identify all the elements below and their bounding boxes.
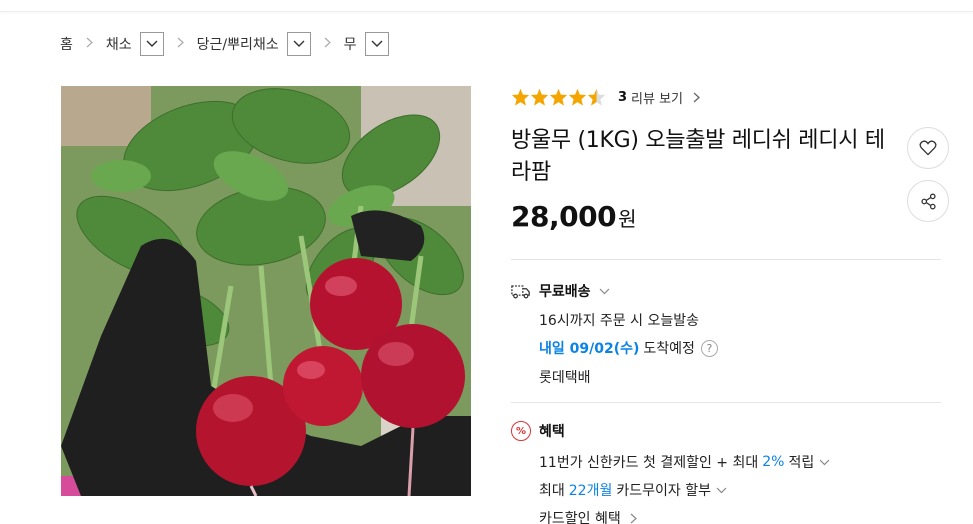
breadcrumb-level1-label[interactable]: 채소 xyxy=(106,34,132,54)
card-discount-rate: 2% xyxy=(762,454,785,470)
share-icon xyxy=(920,193,936,209)
card-discount-prefix: 11번가 신한카드 첫 결제할인 + 최대 xyxy=(539,455,759,471)
delivery-carrier: 롯데택배 xyxy=(539,370,591,386)
card-discount-suffix: 적립 xyxy=(788,455,815,471)
breadcrumb-level2: 당근/뿌리채소 xyxy=(197,32,311,56)
review-link[interactable]: 리뷰 보기 xyxy=(631,88,683,107)
chevron-right-icon xyxy=(86,37,93,52)
installment-suffix: 카드무이자 할부 xyxy=(616,483,711,499)
installment-prefix: 최대 xyxy=(539,483,565,499)
chevron-down-icon xyxy=(146,40,158,47)
chevron-down-icon xyxy=(371,40,383,47)
star-icon xyxy=(549,88,568,106)
percent-badge: % xyxy=(511,421,531,441)
chevron-right-icon[interactable] xyxy=(630,513,637,524)
breadcrumb-level2-dropdown[interactable] xyxy=(286,32,311,56)
star-icon xyxy=(568,88,587,106)
breadcrumb-level1-dropdown[interactable] xyxy=(139,32,164,56)
product-price: 28,000 원 xyxy=(511,200,636,233)
delivery-heading[interactable]: 무료배송 xyxy=(511,281,610,301)
product-title: 방울무 (1KG) 오늘출발 레디쉬 레디시 테라팜 xyxy=(511,128,885,185)
delivery-heading-label: 무료배송 xyxy=(539,284,591,300)
star-half-icon xyxy=(587,88,606,106)
chevron-down-icon xyxy=(293,40,305,47)
benefit-card-sale[interactable]: 카드할인 혜택 xyxy=(539,508,637,524)
product-image[interactable] xyxy=(61,86,471,496)
price-unit: 원 xyxy=(618,207,636,231)
chevron-down-icon[interactable] xyxy=(599,288,610,295)
chevron-down-icon[interactable] xyxy=(716,487,727,494)
chevron-right-icon xyxy=(324,37,331,52)
benefit-card-discount[interactable]: 11번가 신한카드 첫 결제할인 + 최대 2% 적립 xyxy=(539,452,830,472)
top-bar xyxy=(0,0,973,12)
price-value: 28,000 xyxy=(511,200,617,233)
breadcrumb-level3-dropdown[interactable] xyxy=(364,32,389,56)
star-icon xyxy=(511,88,530,106)
chevron-right-icon xyxy=(177,37,184,52)
help-icon[interactable]: ? xyxy=(700,339,718,357)
breadcrumb-level2-label[interactable]: 당근/뿌리채소 xyxy=(197,34,279,54)
rating-row[interactable]: 3 리뷰 보기 xyxy=(511,86,701,108)
breadcrumb-level3-label[interactable]: 무 xyxy=(344,34,357,54)
percent-icon: % xyxy=(511,421,531,441)
benefit-installment[interactable]: 최대 22개월 카드무이자 할부 xyxy=(539,480,727,500)
breadcrumb: 홈 채소 당근/뿌리채소 무 xyxy=(60,31,389,57)
breadcrumb-level1: 채소 xyxy=(106,32,164,56)
share-button[interactable] xyxy=(907,180,949,222)
divider xyxy=(511,259,941,260)
heart-icon xyxy=(919,140,937,156)
chevron-right-icon[interactable] xyxy=(693,88,701,107)
divider xyxy=(511,402,941,403)
wishlist-button[interactable] xyxy=(907,127,949,169)
chevron-down-icon[interactable] xyxy=(819,459,830,466)
arrival-suffix: 도착예정 xyxy=(643,341,695,357)
rating-stars xyxy=(511,88,606,106)
delivery-arrival: 내일 09/02(수) 도착예정 ? xyxy=(539,338,718,358)
arrival-date: 내일 09/02(수) xyxy=(539,341,640,357)
delivery-cutoff: 16시까지 주문 시 오늘발송 xyxy=(539,313,699,329)
star-icon xyxy=(530,88,549,106)
review-count[interactable]: 3 xyxy=(618,90,627,105)
installment-months: 22개월 xyxy=(568,483,613,499)
breadcrumb-home[interactable]: 홈 xyxy=(60,34,73,54)
benefits-heading-label: 혜택 xyxy=(539,424,565,440)
breadcrumb-level3: 무 xyxy=(344,32,389,56)
card-sale-label: 카드할인 혜택 xyxy=(539,511,621,524)
truck-icon xyxy=(511,284,531,299)
benefits-heading: % 혜택 xyxy=(511,421,565,441)
